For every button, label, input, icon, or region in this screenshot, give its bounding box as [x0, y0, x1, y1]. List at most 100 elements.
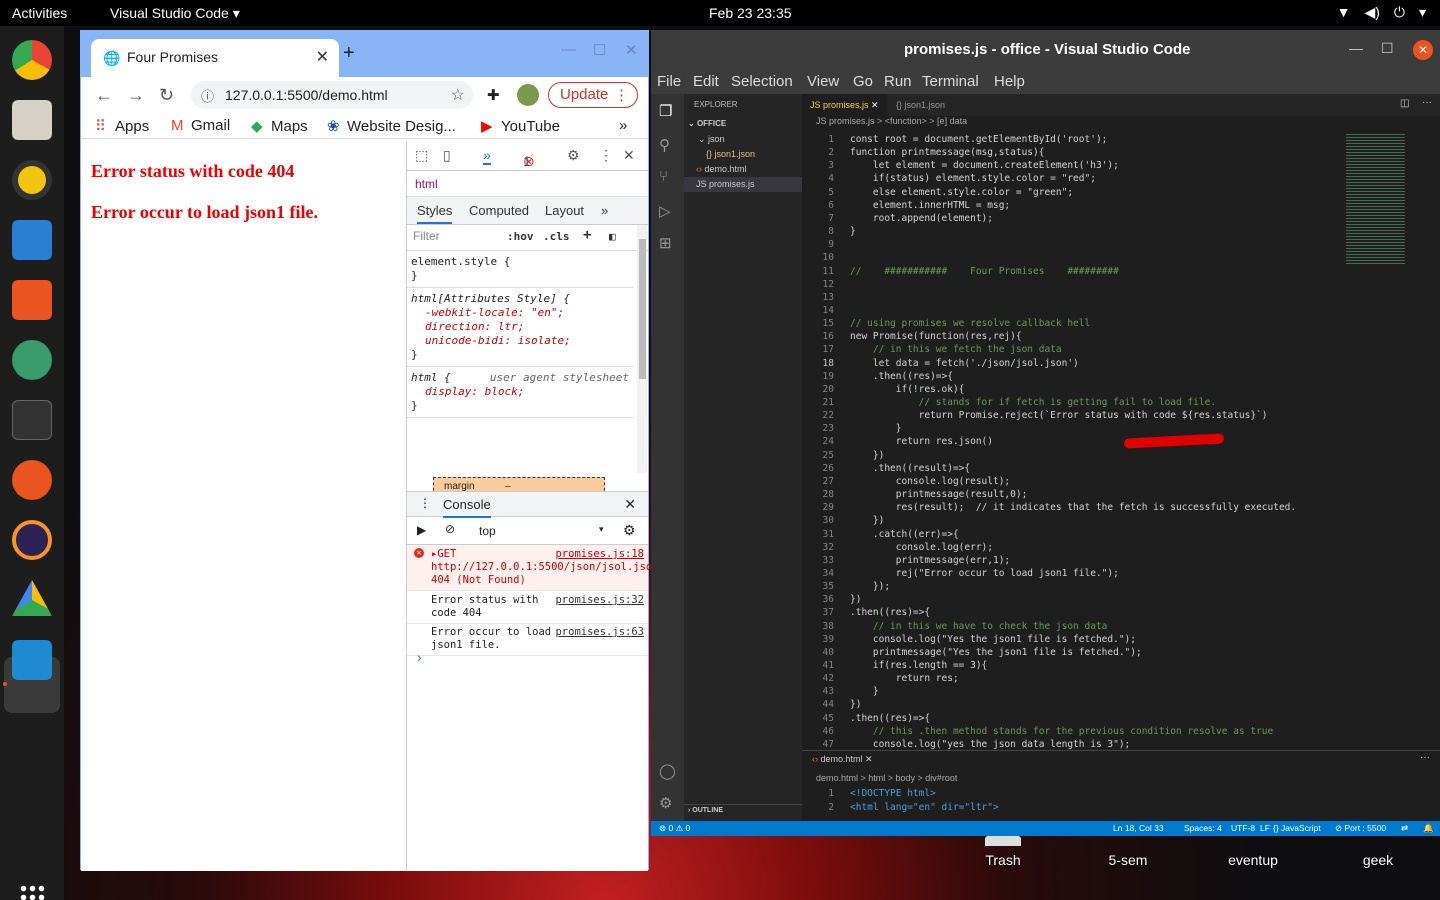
bookmark-maps[interactable]: ◆ Maps [251, 117, 308, 135]
rhythmbox-icon[interactable] [12, 160, 52, 200]
chrome-icon[interactable] [12, 40, 52, 80]
sidebar-toggle-icon[interactable]: ◧ [609, 230, 616, 243]
tab-computed[interactable]: Computed [469, 203, 529, 218]
tree-item-json-folder[interactable]: ⌄ json [684, 132, 802, 147]
minimap[interactable] [1346, 134, 1405, 264]
css-rule-element-style[interactable]: element.style {} [407, 251, 633, 288]
profile-avatar[interactable] [517, 84, 539, 106]
hov-toggle[interactable]: :hov [507, 230, 534, 243]
settings-gear-icon[interactable]: ⚙ [567, 147, 580, 164]
menu-run[interactable]: Run [884, 73, 912, 90]
atom-icon[interactable] [12, 340, 52, 380]
update-button[interactable]: Update ⋮ [548, 82, 638, 108]
bookmark-star-icon[interactable]: ☆ [451, 85, 465, 105]
menu-file[interactable]: File [657, 73, 681, 90]
clear-console-icon[interactable]: ⊘ [445, 522, 455, 536]
notifications-icon[interactable]: 🔔 [1423, 823, 1434, 834]
run-debug-icon[interactable]: ▷ [659, 202, 671, 220]
styles-scrollbar[interactable] [637, 225, 647, 473]
editor-breadcrumb[interactable]: JS promises.js > <function> > [e] data [802, 116, 1440, 130]
minimize-button[interactable]: — [1349, 40, 1363, 56]
accounts-icon[interactable]: ◯ [659, 762, 676, 780]
clock[interactable]: Feb 23 23:35 [709, 5, 792, 21]
inspect-icon[interactable]: ⬚ [415, 147, 428, 164]
context-dropdown-icon[interactable]: ▾ [599, 524, 604, 535]
panel-breadcrumb[interactable]: demo.html > html > body > div#root [816, 773, 957, 783]
close-tab-icon[interactable]: ✕ [316, 47, 329, 67]
extensions-icon[interactable]: ⊞ [659, 234, 672, 252]
css-rule-attributes-style[interactable]: html[Attributes Style] { -webkit-locale:… [407, 288, 633, 367]
language-mode[interactable]: {} JavaScript [1273, 823, 1321, 833]
tab-demo-html[interactable]: ‹› demo.html ✕ [812, 754, 873, 765]
close-tab-icon[interactable]: ✕ [871, 100, 879, 110]
cursor-position[interactable]: Ln 18, Col 33 [1113, 823, 1164, 833]
address-bar[interactable]: ⓘ 127.0.0.1:5500/demo.html ☆ [191, 81, 473, 109]
device-toggle-icon[interactable]: ▯ [443, 147, 451, 164]
dom-breadcrumb[interactable]: html [407, 171, 648, 197]
folder-office[interactable]: ⌄ OFFICE [684, 117, 802, 132]
maximize-button[interactable]: ☐ [1381, 40, 1394, 57]
desktop-icon-trash[interactable]: Trash [958, 836, 1048, 868]
app-menu[interactable]: Visual Studio Code ▾ [110, 5, 240, 22]
maximize-button[interactable]: ☐ [593, 41, 606, 59]
software-center-icon[interactable] [12, 280, 52, 320]
menu-view[interactable]: View [807, 73, 839, 90]
split-editor-icon[interactable]: ◫ [1400, 98, 1409, 109]
explorer-icon[interactable]: ❐ [659, 102, 672, 120]
close-window-button[interactable]: ✕ [1413, 40, 1433, 60]
menu-edit[interactable]: Edit [693, 73, 719, 90]
line-ending[interactable]: LF [1260, 823, 1270, 833]
files-icon[interactable] [12, 100, 52, 140]
console-log-message[interactable]: promises.js:63 Error occur to load json1… [407, 623, 648, 656]
bookmark-website-design[interactable]: ❀ Website Desig... [327, 117, 456, 135]
live-server-port[interactable]: ⊘ Port : 5500 [1335, 823, 1386, 834]
bookmark-apps[interactable]: ⠿ Apps [95, 117, 149, 135]
css-rule-html[interactable]: user agent stylesheet html { display: bl… [407, 367, 633, 418]
more-actions-icon[interactable]: ··· [1422, 97, 1432, 108]
vscode-icon[interactable] [12, 640, 52, 680]
desktop-icon-5sem[interactable]: 5-sem [1083, 836, 1173, 868]
bookmark-youtube[interactable]: ▶ YouTube [481, 117, 560, 135]
tab-promises-js[interactable]: JS promises.js ✕ [802, 94, 887, 116]
close-window-button[interactable]: ✕ [625, 41, 638, 59]
close-drawer-icon[interactable]: ✕ [624, 496, 636, 513]
tree-item-demo-html[interactable]: ‹› demo.html [684, 162, 802, 177]
terminal-icon[interactable] [12, 400, 52, 440]
message-source-link[interactable]: promises.js:63 [555, 626, 644, 639]
console-prompt[interactable]: › [417, 649, 422, 665]
console-error-message[interactable]: ✕ promises.js:18 ▸GET http://127.0.0.1:5… [407, 545, 659, 591]
manage-gear-icon[interactable]: ⚙ [659, 794, 672, 812]
activities-button[interactable]: Activities [12, 5, 67, 21]
drawer-menu-icon[interactable]: ⋮ [419, 496, 431, 510]
more-tabs-icon[interactable]: » [601, 203, 608, 218]
add-rule-icon[interactable]: + [583, 227, 591, 243]
extensions-icon[interactable]: ✚ [487, 86, 500, 104]
message-source-link[interactable]: promises.js:32 [555, 594, 644, 607]
console-log-message[interactable]: promises.js:32 Error status with code 40… [407, 591, 648, 624]
pencil-app-icon[interactable] [12, 460, 52, 500]
tab-styles[interactable]: Styles [417, 203, 453, 224]
indentation[interactable]: Spaces: 4 [1184, 823, 1222, 833]
search-icon[interactable]: ⚲ [659, 136, 670, 154]
google-drive-icon[interactable] [12, 580, 52, 616]
outline-section[interactable]: › OUTLINE [684, 804, 802, 819]
console-settings-icon[interactable]: ⚙ [623, 522, 636, 539]
tab-layout[interactable]: Layout [545, 203, 584, 218]
reload-icon[interactable]: ↻ [159, 85, 174, 106]
menu-help[interactable]: Help [994, 73, 1025, 90]
tree-item-json1[interactable]: {} json1.json [684, 147, 802, 162]
writer-icon[interactable] [12, 220, 52, 260]
system-tray[interactable]: ▼ ◀) ⏻ ▾ [1337, 4, 1426, 21]
menu-selection[interactable]: Selection [731, 73, 793, 90]
menu-go[interactable]: Go [853, 73, 873, 90]
tab-console[interactable]: Console [443, 497, 491, 518]
eclipse-icon[interactable] [12, 520, 52, 560]
forward-icon[interactable]: → [127, 85, 145, 106]
new-tab-button[interactable]: + [343, 42, 355, 65]
bookmark-gmail[interactable]: M Gmail [171, 117, 230, 134]
message-source-link[interactable]: promises.js:18 [555, 548, 644, 561]
problems-indicator[interactable]: ⊗ 0 ⚠ 0 [659, 823, 690, 834]
tab-json1-json[interactable]: {} json1.json [888, 94, 953, 116]
desktop-icon-geek[interactable]: geek [1333, 836, 1423, 868]
minimize-button[interactable]: — [561, 41, 576, 58]
